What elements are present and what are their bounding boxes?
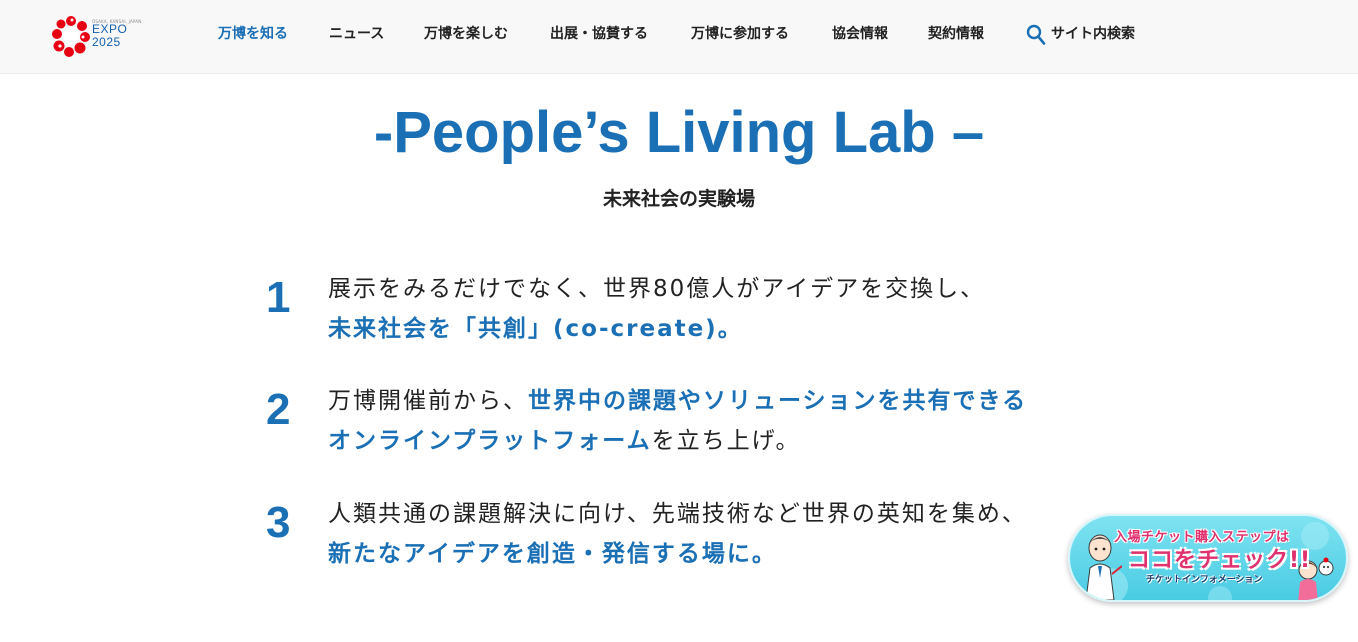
point-text: 人類共通の課題解決に向け、先端技術など世界の英知を集め、: [328, 501, 1027, 527]
page-subtitle: 未来社会の実験場: [602, 188, 755, 210]
point-line-1: 人類共通の課題解決に向け、先端技術など世界の英知を集め、: [328, 499, 1027, 529]
nav-item-exhibit-sponsor[interactable]: 出展・協賛する: [550, 25, 648, 43]
search-icon: [1026, 24, 1046, 45]
point-highlight-text: 未来社会を「共創」(co-create): [328, 316, 718, 342]
nav-item-enjoy-expo[interactable]: 万博を楽しむ: [424, 25, 508, 43]
nav-item-about-expo[interactable]: 万博を知る: [218, 25, 288, 43]
expo-logo[interactable]: OSAKA, KANSAI, JAPAN EXPO 2025: [52, 15, 141, 59]
nav-item-participate[interactable]: 万博に参加する: [691, 25, 789, 43]
point-number: 2: [266, 385, 291, 434]
banner-main-text: ココをチェック!!: [1128, 548, 1312, 573]
point-highlight-text: 新たなアイデアを創造・発信する場に: [328, 541, 752, 567]
point-number: 1: [266, 273, 291, 322]
logo-year-text: 2025: [92, 35, 121, 49]
point-text: 展示をみるだけでなく、世界80億人がアイデアを交換し、: [328, 276, 986, 302]
page-title: -People’s Living Lab –: [373, 100, 985, 165]
point-line-2: 新たなアイデアを創造・発信する場に。: [328, 539, 777, 569]
nav-item-contract-info[interactable]: 契約情報: [928, 25, 984, 43]
point-text: 万博開催前から、: [328, 388, 528, 414]
point-highlight-text: オンラインプラットフォーム: [328, 428, 652, 454]
ticket-info-banner[interactable]: 入場チケット購入ステップは ココをチェック!! チケットインフォメーション: [1068, 514, 1348, 602]
point-text: を立ち上げ。: [651, 428, 801, 454]
point-line-2: 未来社会を「共創」(co-create)。: [328, 314, 743, 344]
nav-item-news[interactable]: ニュース: [329, 25, 384, 43]
point-number: 3: [266, 498, 291, 547]
point-line-1: 展示をみるだけでなく、世界80億人がアイデアを交換し、: [328, 274, 985, 304]
site-header: OSAKA, KANSAI, JAPAN EXPO 2025 万博を知る ニュー…: [0, 0, 1358, 74]
point-text: 。: [717, 316, 743, 342]
nav-item-association-info[interactable]: 協会情報: [832, 25, 888, 43]
banner-sub-text: チケットインフォメーション: [1146, 575, 1263, 585]
expo-logo-mark-icon: [52, 16, 90, 57]
search-label: サイト内検索: [1051, 26, 1135, 42]
point-line-2: オンラインプラットフォームを立ち上げ。: [328, 426, 800, 456]
logo-brand-text: EXPO: [92, 22, 128, 36]
point-text: 。: [751, 541, 777, 567]
point-line-1: 万博開催前から、世界中の課題やソリューションを共有できる: [328, 386, 1027, 416]
point-highlight-text: 世界中の課題やソリューションを共有できる: [528, 388, 1028, 414]
